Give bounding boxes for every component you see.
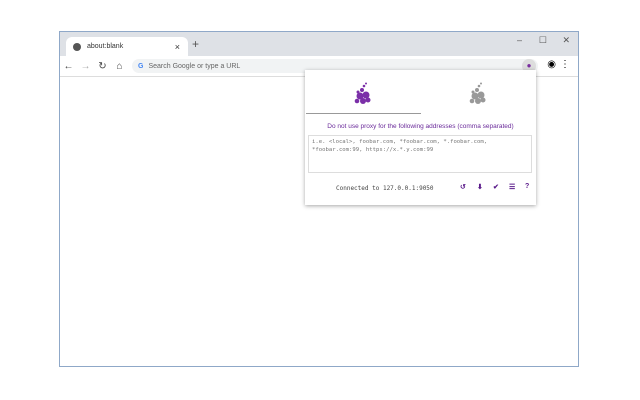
bypass-note: Do not use proxy for the following addre…: [327, 123, 514, 130]
popup-footer: Connected to 127.0.0.1:9050: [305, 183, 536, 193]
tab-about-blank[interactable]: about:blank ×: [66, 37, 188, 56]
profile-icon[interactable]: ◉: [547, 59, 556, 70]
help-icon[interactable]: ?: [525, 183, 529, 190]
tab-close-button[interactable]: ×: [175, 42, 180, 52]
tab-bar: about:blank × + – ☐ ✕: [60, 32, 578, 56]
list-icon[interactable]: ☰: [509, 183, 515, 191]
reload-button[interactable]: ↻: [94, 61, 111, 72]
home-button[interactable]: ⌂: [111, 61, 128, 72]
maximize-button[interactable]: ☐: [539, 35, 547, 46]
proxy-off-logo[interactable]: [468, 82, 488, 104]
active-tab-indicator: [306, 113, 421, 114]
google-icon: G: [138, 62, 144, 70]
tab-title: about:blank: [87, 43, 124, 50]
close-window-button[interactable]: ✕: [562, 35, 570, 46]
globe-icon: [73, 42, 81, 51]
check-icon[interactable]: ✔: [493, 183, 499, 191]
proxy-on-logo[interactable]: [353, 82, 373, 104]
minimize-button[interactable]: –: [517, 35, 522, 45]
reload-icon[interactable]: ↺: [460, 183, 466, 191]
menu-icon[interactable]: ⋮: [560, 59, 570, 70]
bypass-list-input[interactable]: [308, 135, 532, 173]
omnibox-placeholder: Search Google or type a URL: [148, 62, 241, 70]
back-button[interactable]: ←: [60, 61, 77, 72]
download-icon[interactable]: ⬇: [477, 183, 483, 191]
new-tab-button[interactable]: +: [192, 37, 199, 51]
forward-button[interactable]: →: [77, 61, 94, 72]
extension-popup: Do not use proxy for the following addre…: [305, 70, 536, 205]
connection-status: Connected to 127.0.0.1:9050: [336, 184, 434, 192]
